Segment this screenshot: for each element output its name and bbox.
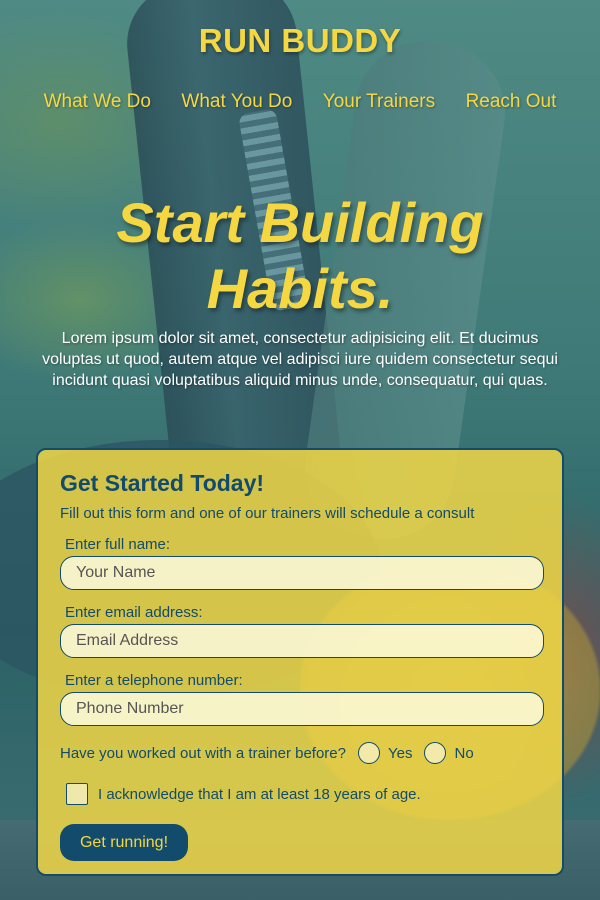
email-input[interactable] bbox=[60, 624, 544, 658]
form-title: Get Started Today! bbox=[60, 470, 265, 496]
nav-link-reach-out[interactable]: Reach Out bbox=[466, 90, 557, 113]
no-radio[interactable] bbox=[424, 742, 447, 764]
trainer-question-row: Have you worked out with a trainer befor… bbox=[60, 742, 540, 764]
hero-title: Start Building Habits. bbox=[0, 190, 600, 322]
hero-description: Lorem ipsum dolor sit amet, consectetur … bbox=[42, 330, 558, 389]
brand-logo-link[interactable]: RUN BUDDY bbox=[0, 22, 600, 60]
nav-link-your-trainers[interactable]: Your Trainers bbox=[323, 90, 435, 113]
name-input[interactable] bbox=[60, 556, 544, 590]
phone-input[interactable] bbox=[60, 692, 544, 726]
email-label: Enter email address: bbox=[65, 604, 203, 621]
age-ack-label: I acknowledge that I am at least 18 year… bbox=[98, 785, 421, 803]
no-radio-label: No bbox=[454, 744, 474, 762]
age-ack-row: I acknowledge that I am at least 18 year… bbox=[66, 783, 540, 805]
nav-link-what-we-do[interactable]: What We Do bbox=[44, 90, 151, 113]
name-label: Enter full name: bbox=[65, 536, 171, 553]
yes-radio-label: Yes bbox=[388, 744, 413, 762]
form-subtitle: Fill out this form and one of our traine… bbox=[60, 505, 475, 522]
main-nav: What We Do What You Do Your Trainers Rea… bbox=[0, 90, 600, 114]
yes-radio[interactable] bbox=[358, 742, 380, 764]
site-header: RUN BUDDY What We Do What You Do Your Tr… bbox=[0, 0, 600, 114]
submit-button[interactable]: Get running! bbox=[60, 824, 188, 861]
nav-link-what-you-do[interactable]: What You Do bbox=[181, 90, 292, 113]
phone-label: Enter a telephone number: bbox=[65, 672, 243, 689]
signup-form: Get Started Today! Fill out this form an… bbox=[36, 448, 564, 876]
hero-section: Start Building Habits. Lorem ipsum dolor… bbox=[0, 190, 600, 391]
hero-title-line2: Habits. bbox=[206, 257, 394, 320]
age-ack-checkbox[interactable] bbox=[66, 783, 88, 805]
trainer-question-label: Have you worked out with a trainer befor… bbox=[60, 744, 346, 762]
hero-title-line1: Start Building bbox=[116, 191, 484, 254]
